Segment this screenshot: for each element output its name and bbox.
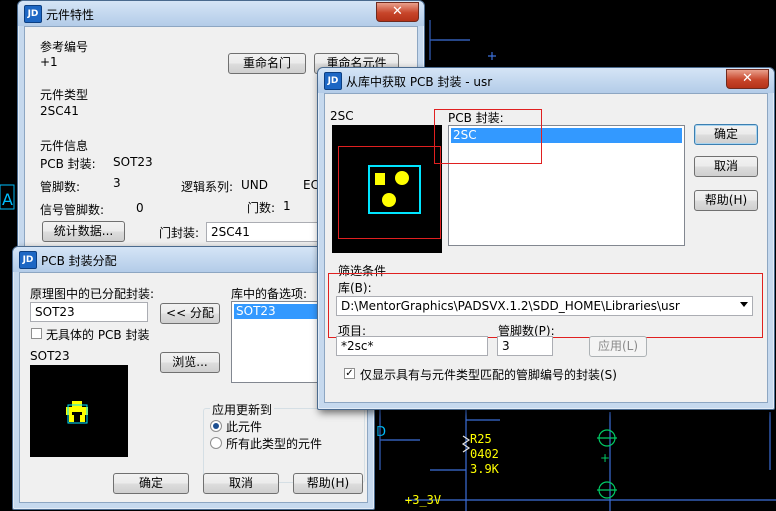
apply-button[interactable]: 应用(L) <box>589 336 647 357</box>
pin-count-label: 管脚数: <box>40 180 81 194</box>
get-decal-window: JD 从库中获取 PCB 封装 - usr ✕ 2SC PCB 封装: 2SC … <box>317 67 775 410</box>
radio-all-parts-label: 所有此类型的元件 <box>226 437 323 451</box>
get-decal-titlebar[interactable]: JD 从库中获取 PCB 封装 - usr ✕ <box>318 68 774 93</box>
get-decal-cancel-button[interactable]: 取消 <box>694 156 758 177</box>
assign-cancel-button[interactable]: 取消 <box>203 473 279 494</box>
gate-count-value: 1 <box>283 199 291 213</box>
schematic-footprint: 0402 <box>470 447 499 461</box>
radio-all-parts[interactable] <box>210 437 222 449</box>
only-matching-label: 仅显示具有与元件类型匹配的管脚编号的封装(S) <box>360 368 617 382</box>
app-icon: JD <box>24 5 42 23</box>
schematic-label-d: D <box>376 425 386 440</box>
schematic-label-a: A <box>2 190 13 209</box>
ref-label: 参考编号 <box>40 40 89 54</box>
assign-help-button[interactable]: 帮助(H) <box>293 473 363 494</box>
pcb-decals-highlight-box <box>434 109 542 164</box>
props-close-button[interactable]: ✕ <box>376 2 419 22</box>
gate-package-label: 门封装: <box>159 226 200 240</box>
schematic-ref: R25 <box>470 432 492 446</box>
gate-count-label: 门数: <box>247 201 276 215</box>
get-decal-title: 从库中获取 PCB 封装 - usr <box>346 75 493 89</box>
assign-button[interactable]: << 分配 <box>160 303 220 324</box>
pcb-decal-value: SOT23 <box>113 155 153 169</box>
browse-button[interactable]: 浏览... <box>160 352 220 373</box>
logic-family-value: UND <box>241 178 268 192</box>
radio-this-part-label: 此元件 <box>226 420 263 434</box>
schematic-value: 3.9K <box>470 462 500 476</box>
pcb-decal-label: PCB 封装: <box>40 157 96 171</box>
get-decal-ok-button[interactable]: 确定 <box>694 124 758 145</box>
assigned-label: 原理图中的已分配封装: <box>30 287 155 301</box>
schematic-net: +3_3V <box>405 493 441 507</box>
signal-pins-value: 0 <box>136 201 144 215</box>
assign-ok-button[interactable]: 确定 <box>113 473 189 494</box>
signal-pins-label: 信号管脚数: <box>40 203 105 217</box>
rename-gate-button[interactable]: 重命名门 <box>228 53 306 74</box>
logic-family-label: 逻辑系列: <box>181 180 234 194</box>
apply-update-title: 应用更新到 <box>210 401 275 418</box>
no-specific-label: 无具体的 PCB 封装 <box>46 328 150 342</box>
library-options-label: 库中的备选项: <box>231 287 308 301</box>
type-label: 元件类型 <box>40 88 89 102</box>
type-value: 2SC41 <box>40 104 79 118</box>
app-icon: JD <box>19 251 37 269</box>
assign-title: PCB 封装分配 <box>41 254 117 268</box>
props-titlebar[interactable]: JD 元件特性 ✕ <box>18 1 424 26</box>
preview-pad <box>69 415 74 422</box>
assign-client: 原理图中的已分配封装: SOT23 << 分配 库中的备选项: SOT23 无具… <box>19 272 368 503</box>
props-title: 元件特性 <box>46 8 95 22</box>
preview-pad <box>66 407 72 415</box>
part-name-label: 2SC <box>330 109 354 123</box>
statistics-button[interactable]: 统计数据... <box>42 221 125 242</box>
no-specific-checkbox[interactable] <box>31 328 42 339</box>
assigned-field[interactable]: SOT23 <box>30 302 148 322</box>
preview-label: SOT23 <box>30 349 70 363</box>
decal-preview <box>30 365 128 457</box>
schematic-plus: + <box>600 451 610 465</box>
preview-pad <box>80 415 85 422</box>
ref-value: +1 <box>40 55 58 69</box>
get-decal-close-button[interactable]: ✕ <box>726 69 769 89</box>
app-icon: JD <box>324 72 342 90</box>
get-decal-client: 2SC PCB 封装: 2SC 确定 取消 帮助(H) 筛选条件 库(B): D… <box>324 93 768 403</box>
pin-count-filter-field[interactable]: 3 <box>497 336 553 356</box>
info-label: 元件信息 <box>40 139 89 153</box>
item-filter-field[interactable]: *2sc* <box>336 336 488 356</box>
gate-package-field[interactable]: 2SC41 <box>206 222 326 242</box>
preview-pad <box>72 401 82 412</box>
preview-highlight-box <box>338 146 441 239</box>
only-matching-checkbox[interactable]: ✓ <box>344 368 355 379</box>
get-decal-help-button[interactable]: 帮助(H) <box>694 190 758 211</box>
pin-count-value: 3 <box>113 176 121 190</box>
radio-this-part[interactable] <box>210 420 222 432</box>
